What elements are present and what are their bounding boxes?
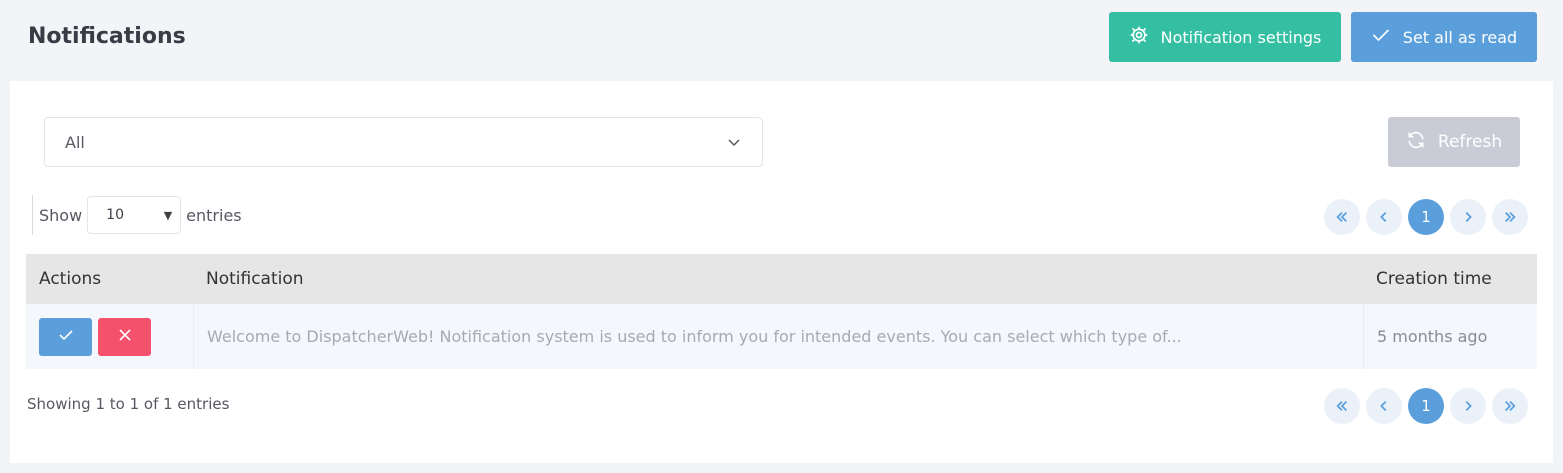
check-icon <box>1371 25 1391 49</box>
table-header: Actions Notification Creation time <box>26 254 1537 304</box>
first-page-button[interactable] <box>1324 388 1360 424</box>
close-icon <box>117 327 133 347</box>
entries-per-page-value: 10 <box>106 207 124 223</box>
entries-label: entries <box>186 205 242 225</box>
first-page-button[interactable] <box>1324 199 1360 235</box>
filter-selected-value: All <box>65 132 85 152</box>
page-number-button[interactable]: 1 <box>1408 388 1444 424</box>
pagination-bottom: 1 <box>1324 388 1528 424</box>
mark-read-button[interactable] <box>39 317 92 356</box>
refresh-label: Refresh <box>1437 132 1503 152</box>
prev-page-button[interactable] <box>1366 199 1402 235</box>
last-page-button[interactable] <box>1492 199 1528 235</box>
column-header-creation-time[interactable]: Creation time <box>1363 254 1537 304</box>
page-number-button[interactable]: 1 <box>1408 199 1444 235</box>
gear-icon <box>1129 25 1149 49</box>
check-icon <box>58 327 74 347</box>
notifications-table: Actions Notification Creation time Welco… <box>26 254 1537 369</box>
pagination-top: 1 <box>1324 199 1528 235</box>
chevron-down-icon <box>726 134 742 150</box>
table-row: Welcome to DispatcherWeb! Notification s… <box>26 304 1537 369</box>
set-all-read-button[interactable]: Set all as read <box>1351 12 1537 62</box>
next-page-button[interactable] <box>1450 199 1486 235</box>
caret-down-icon: ▼ <box>163 209 173 222</box>
prev-page-button[interactable] <box>1366 388 1402 424</box>
refresh-icon <box>1406 130 1426 155</box>
show-label: Show <box>39 205 83 225</box>
notifications-card: All Refresh Show 10 ▼ entries 1 Actions … <box>10 81 1553 463</box>
column-header-actions[interactable]: Actions <box>26 254 193 304</box>
notification-filter-select[interactable]: All <box>44 117 763 167</box>
refresh-button[interactable]: Refresh <box>1388 117 1520 167</box>
delete-button[interactable] <box>98 317 151 356</box>
column-header-notification[interactable]: Notification <box>193 254 1363 304</box>
notification-settings-button[interactable]: Notification settings <box>1109 12 1341 62</box>
notification-settings-label: Notification settings <box>1160 27 1322 47</box>
page-title: Notifications <box>28 24 186 49</box>
last-page-button[interactable] <box>1492 388 1528 424</box>
creation-time: 5 months ago <box>1363 304 1537 369</box>
notification-text[interactable]: Welcome to DispatcherWeb! Notification s… <box>193 304 1363 369</box>
table-info: Showing 1 to 1 of 1 entries <box>27 395 230 413</box>
row-actions <box>26 304 193 369</box>
entries-per-page-select[interactable]: 10 ▼ <box>87 196 182 234</box>
next-page-button[interactable] <box>1450 388 1486 424</box>
set-all-read-label: Set all as read <box>1402 27 1518 47</box>
entries-length-control: Show 10 ▼ entries <box>32 195 242 235</box>
